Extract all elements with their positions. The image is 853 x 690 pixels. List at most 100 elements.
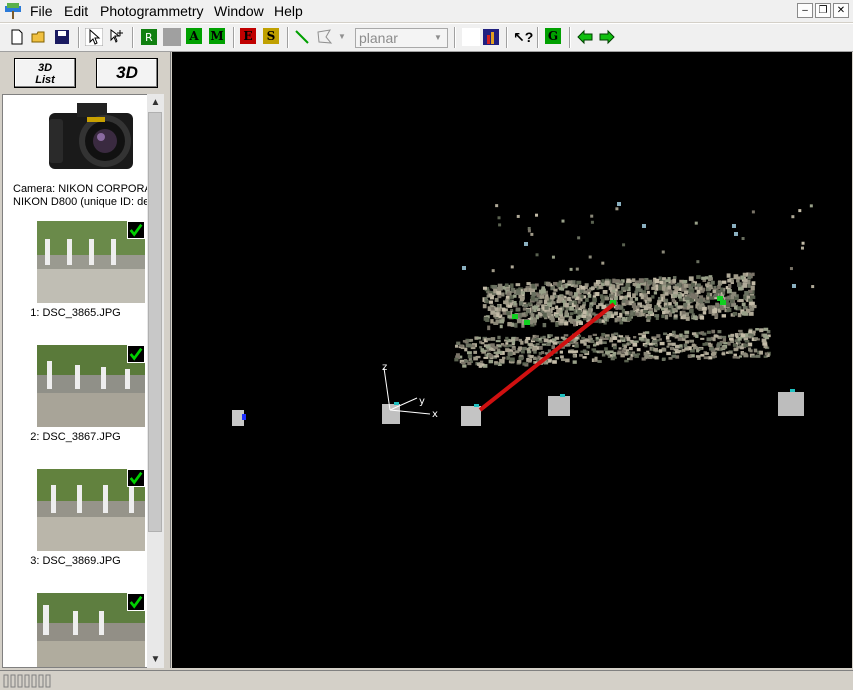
scroll-down-icon[interactable]: ▼ xyxy=(147,651,164,668)
image-thumbnail[interactable] xyxy=(37,469,145,551)
list-scrollbar[interactable]: ▲ ▼ xyxy=(147,94,164,668)
point-cloud-point xyxy=(565,358,570,363)
e-button[interactable]: E xyxy=(240,28,256,44)
minimize-button[interactable]: – xyxy=(797,3,813,18)
point-cloud-point xyxy=(543,338,549,343)
menu-bar: File Edit Photogrammetry Window Help – ❐… xyxy=(0,0,853,22)
arrow-right-icon[interactable] xyxy=(598,28,616,46)
point-cloud-point xyxy=(702,311,707,315)
point-cloud-point xyxy=(723,342,728,345)
image-list[interactable]: Camera: NIKON CORPORAT NIKON D800 (uniqu… xyxy=(2,94,149,668)
point-cloud-point xyxy=(588,255,592,259)
point-cloud-point xyxy=(726,289,732,294)
color-palette-icon[interactable] xyxy=(482,28,500,46)
point-cloud-point xyxy=(665,335,670,340)
point-cloud-point xyxy=(696,289,701,294)
point-cloud-point xyxy=(488,359,494,364)
point-cloud-point xyxy=(604,317,608,321)
point-cloud-point xyxy=(690,293,695,298)
point-cloud-point xyxy=(559,318,564,324)
point-cloud-point xyxy=(559,287,563,291)
point-cloud-point xyxy=(518,300,524,306)
point-cloud-point xyxy=(611,295,615,299)
point-cloud-point xyxy=(494,307,499,311)
open-folder-icon[interactable] xyxy=(30,28,48,46)
new-file-icon[interactable] xyxy=(8,28,26,46)
point-cloud-point xyxy=(524,320,530,325)
menu-file[interactable]: File xyxy=(30,3,53,19)
point-cloud-point xyxy=(763,327,769,331)
point-cloud-point xyxy=(467,351,472,355)
point-cloud-point xyxy=(553,288,558,292)
line-tool-icon[interactable] xyxy=(293,28,311,46)
point-cloud-point xyxy=(704,276,709,280)
arrow-left-icon[interactable] xyxy=(576,28,594,46)
gray-block-icon[interactable] xyxy=(163,28,181,46)
point-cloud-point xyxy=(498,223,502,227)
pointer-icon[interactable] xyxy=(85,28,103,46)
image-thumbnail[interactable] xyxy=(37,345,145,427)
point-cloud-point xyxy=(601,261,605,265)
point-cloud-point xyxy=(717,330,722,334)
camera-marker xyxy=(382,402,400,424)
image-thumbnail[interactable] xyxy=(37,593,145,667)
point-cloud-point xyxy=(527,229,531,233)
point-cloud-point xyxy=(492,285,498,290)
auto-button[interactable]: A xyxy=(186,28,202,44)
zoom-select-icon[interactable] xyxy=(108,28,126,46)
polygon-tool-icon[interactable] xyxy=(316,28,334,46)
check-icon xyxy=(127,469,145,487)
point-cloud-point xyxy=(667,277,671,281)
point-cloud-point xyxy=(582,349,587,354)
point-cloud-point xyxy=(587,293,592,298)
mode-select[interactable]: planar ▼ xyxy=(355,28,448,48)
menu-photogrammetry[interactable]: Photogrammetry xyxy=(100,3,203,19)
scroll-thumb[interactable] xyxy=(148,112,162,532)
menu-edit[interactable]: Edit xyxy=(64,3,88,19)
point-cloud-point xyxy=(728,351,733,354)
point-cloud-point xyxy=(509,357,515,362)
s-button[interactable]: S xyxy=(263,28,279,44)
point-cloud-point xyxy=(574,344,579,348)
3d-viewport[interactable]: z y x xyxy=(172,52,852,668)
context-help-icon[interactable]: ↖? xyxy=(513,28,533,46)
g-button[interactable]: G xyxy=(545,28,561,44)
color-swatch[interactable] xyxy=(462,28,480,46)
save-disk-icon[interactable] xyxy=(53,28,71,46)
toolbar-separator xyxy=(537,27,539,48)
point-cloud-point xyxy=(801,241,805,245)
image-thumbnail[interactable] xyxy=(37,221,145,303)
reference-icon[interactable]: R xyxy=(140,28,158,46)
scroll-up-icon[interactable]: ▲ xyxy=(147,94,164,111)
point-cloud-point xyxy=(493,346,499,350)
point-cloud-point xyxy=(467,343,472,348)
point-cloud-point xyxy=(738,355,743,358)
point-cloud-point xyxy=(462,266,466,270)
point-cloud-point xyxy=(717,342,723,346)
point-cloud-point xyxy=(654,343,658,347)
point-cloud-point xyxy=(714,313,719,318)
point-cloud-point xyxy=(604,347,608,352)
menu-window[interactable]: Window xyxy=(214,3,264,19)
app-tree-icon[interactable] xyxy=(4,2,22,20)
point-cloud-point xyxy=(791,215,795,219)
point-cloud-point xyxy=(753,337,758,341)
point-cloud-point xyxy=(617,339,622,343)
point-cloud-point xyxy=(618,290,624,295)
point-cloud-point xyxy=(685,316,690,321)
close-button[interactable]: ✕ xyxy=(833,3,849,18)
manual-button[interactable]: M xyxy=(209,28,225,44)
point-cloud-point xyxy=(684,347,689,350)
point-cloud-point xyxy=(679,344,683,347)
point-cloud-point xyxy=(572,360,577,364)
view-3d-button[interactable]: 3D xyxy=(96,58,158,88)
polygon-dropdown-arrow-icon[interactable]: ▼ xyxy=(338,28,348,46)
restore-button[interactable]: ❐ xyxy=(815,3,831,18)
list-3d-button[interactable]: 3D List xyxy=(14,58,76,88)
point-cloud-point xyxy=(598,284,602,289)
point-cloud-point xyxy=(459,344,464,348)
point-cloud-point xyxy=(543,299,548,304)
menu-help[interactable]: Help xyxy=(274,3,303,19)
point-cloud-point xyxy=(602,289,608,294)
point-cloud-point xyxy=(588,335,592,339)
